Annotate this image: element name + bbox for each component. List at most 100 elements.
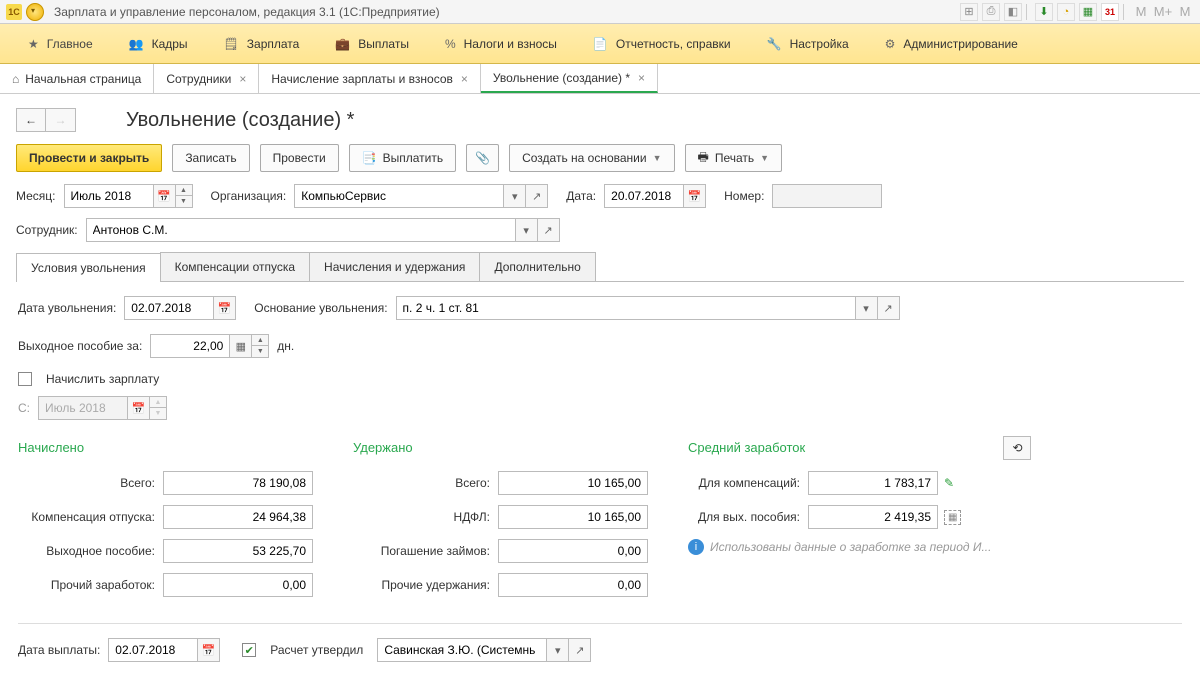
memory-mminus-icon[interactable]: M — [1176, 3, 1194, 21]
severance-days-input[interactable] — [150, 334, 230, 358]
spinner-down-icon[interactable]: ▼ — [176, 196, 192, 207]
attach-button[interactable]: 📎 — [466, 144, 499, 172]
home-icon: ⌂ — [12, 72, 19, 86]
severance-spinner[interactable]: ▲▼ — [252, 334, 269, 358]
menu-taxes[interactable]: %Налоги и взносы — [427, 24, 575, 63]
date-input[interactable] — [604, 184, 684, 208]
tab-employees[interactable]: Сотрудники× — [154, 64, 259, 93]
approved-checkbox[interactable] — [242, 643, 256, 657]
menu-payments[interactable]: 💼Выплаты — [317, 24, 427, 63]
print-button[interactable]: 🖶Печать▼ — [685, 144, 783, 172]
paperclip-icon: 📎 — [475, 151, 490, 165]
menu-main[interactable]: ★Главное — [10, 24, 111, 63]
calc-picker-icon[interactable]: ▦ — [230, 334, 252, 358]
calendar-picker-icon[interactable]: 📅 — [198, 638, 220, 662]
subtab-additional-label: Дополнительно — [494, 260, 580, 274]
for-comp-input[interactable] — [808, 471, 938, 495]
close-icon[interactable]: × — [461, 72, 468, 86]
accrued-column: Начислено Всего: Компенсация отпуска: Вы… — [18, 440, 313, 607]
close-icon[interactable]: × — [638, 71, 645, 85]
calendar-picker-icon[interactable]: 📅 — [154, 184, 176, 208]
close-icon[interactable]: × — [239, 72, 246, 86]
other-withhold-label: Прочие удержания: — [353, 578, 498, 592]
calendar-icon[interactable]: 31 — [1101, 3, 1119, 21]
toolbar-icon-print[interactable]: ⎙ — [982, 3, 1000, 21]
org-input[interactable] — [294, 184, 504, 208]
dropdown-icon[interactable]: ▾ — [856, 296, 878, 320]
subtab-additional[interactable]: Дополнительно — [479, 252, 595, 281]
comp-leave-input[interactable] — [163, 505, 313, 529]
menu-reports[interactable]: 📄Отчетность, справки — [575, 24, 749, 63]
spinner-up-icon[interactable]: ▲ — [252, 335, 268, 346]
open-ref-icon[interactable]: ↗ — [878, 296, 900, 320]
spinner-down-icon[interactable]: ▼ — [252, 346, 268, 357]
post-label: Провести — [273, 151, 326, 165]
other-income-input[interactable] — [163, 573, 313, 597]
save-label: Записать — [185, 151, 236, 165]
toolbar-icon-clock[interactable]: ◔ — [1057, 3, 1075, 21]
people-icon: 👥 — [129, 37, 144, 51]
post-button[interactable]: Провести — [260, 144, 339, 172]
memory-mplus-icon[interactable]: M+ — [1154, 3, 1172, 21]
month-input[interactable] — [64, 184, 154, 208]
menu-hr[interactable]: 👥Кадры — [111, 24, 206, 63]
for-sev-input[interactable] — [808, 505, 938, 529]
severance-sum-input[interactable] — [163, 539, 313, 563]
toolbar-icon-compare[interactable]: ◧ — [1004, 3, 1022, 21]
month-spinner[interactable]: ▲▼ — [176, 184, 193, 208]
pencil-icon[interactable]: ✎ — [944, 476, 954, 490]
dropdown-icon[interactable]: ▾ — [547, 638, 569, 662]
loan-repay-input[interactable] — [498, 539, 648, 563]
menu-settings[interactable]: 🔧Настройка — [749, 24, 867, 63]
nav-forward-button[interactable]: → — [46, 108, 76, 132]
employee-label: Сотрудник: — [16, 223, 78, 237]
total-withheld-input[interactable] — [498, 471, 648, 495]
create-on-basis-button[interactable]: Создать на основании▼ — [509, 144, 674, 172]
toolbar-icon-grid[interactable]: ▦ — [1079, 3, 1097, 21]
tab-dismissal[interactable]: Увольнение (создание) *× — [481, 64, 658, 93]
open-ref-icon[interactable]: ↗ — [526, 184, 548, 208]
pay-date-input[interactable] — [108, 638, 198, 662]
spinner-up-icon[interactable]: ▲ — [176, 185, 192, 196]
pay-icon: 📑 — [362, 151, 377, 165]
save-button[interactable]: Записать — [172, 144, 249, 172]
dropdown-icon[interactable]: ▾ — [504, 184, 526, 208]
other-withhold-input[interactable] — [498, 573, 648, 597]
briefcase-icon: 💼 — [335, 37, 350, 51]
calendar-picker-icon[interactable]: 📅 — [684, 184, 706, 208]
calendar-picker-icon: 📅 — [128, 396, 150, 420]
basis-input[interactable] — [396, 296, 856, 320]
open-ref-icon[interactable]: ↗ — [569, 638, 591, 662]
comp-leave-label: Компенсация отпуска: — [18, 510, 163, 524]
tab-home[interactable]: ⌂Начальная страница — [0, 64, 154, 93]
pay-button[interactable]: 📑 Выплатить — [349, 144, 456, 172]
total-label: Всего: — [18, 476, 163, 490]
ndfl-input[interactable] — [498, 505, 648, 529]
post-and-close-button[interactable]: Провести и закрыть — [16, 144, 162, 172]
subtab-accruals[interactable]: Начисления и удержания — [309, 252, 480, 281]
nav-back-button[interactable]: ← — [16, 108, 46, 132]
accrue-salary-checkbox[interactable] — [18, 372, 32, 386]
severance-label: Выходное пособие за: — [18, 339, 142, 353]
tab-accrual[interactable]: Начисление зарплаты и взносов× — [259, 64, 481, 93]
menu-admin[interactable]: ⚙Администрирование — [867, 24, 1036, 63]
employee-input[interactable] — [86, 218, 516, 242]
detail-icon[interactable]: ▦ — [944, 510, 961, 525]
approved-by-input[interactable] — [377, 638, 547, 662]
open-ref-icon[interactable]: ↗ — [538, 218, 560, 242]
toolbar-icon-save[interactable]: ⬇ — [1035, 3, 1053, 21]
calendar-picker-icon[interactable]: 📅 — [214, 296, 236, 320]
dismissal-date-input[interactable] — [124, 296, 214, 320]
memory-m-icon[interactable]: M — [1132, 3, 1150, 21]
refresh-button[interactable]: ⟲ — [1003, 436, 1031, 460]
avg-title: Средний заработок — [688, 440, 991, 455]
total-accrued-input[interactable] — [163, 471, 313, 495]
subtab-conditions[interactable]: Условия увольнения — [16, 253, 161, 282]
printer-icon: 🖶 — [698, 148, 709, 169]
subtab-leave-comp[interactable]: Компенсации отпуска — [160, 252, 310, 281]
dropdown-icon[interactable]: ▾ — [516, 218, 538, 242]
app-menu-dropdown[interactable] — [26, 3, 44, 21]
pay-label: Выплатить — [383, 151, 444, 165]
toolbar-icon-calc[interactable]: ⊞ — [960, 3, 978, 21]
menu-salary[interactable]: 🗒Зарплата — [206, 24, 318, 63]
